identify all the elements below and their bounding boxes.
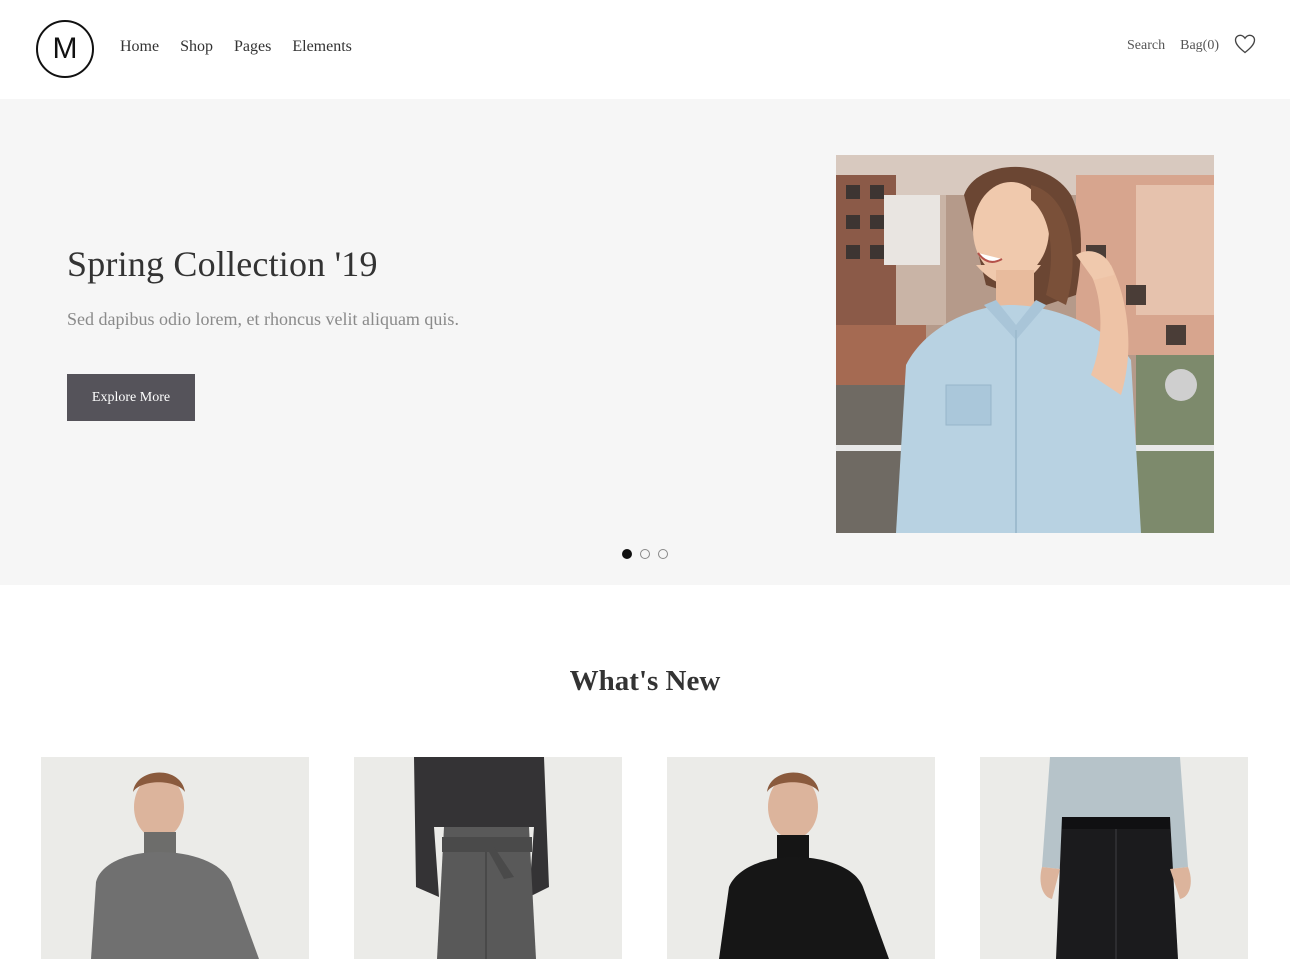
product-card-2[interactable] — [354, 757, 622, 959]
product-image-woman-grey-trousers — [354, 757, 622, 959]
product-image-man-black-turtleneck — [667, 757, 935, 959]
product-card-3[interactable] — [667, 757, 935, 959]
site-header: M Home Shop Pages Elements Search Bag(0) — [0, 0, 1290, 99]
slider-dot-1[interactable] — [622, 549, 632, 559]
hero-title: Spring Collection '19 — [67, 244, 378, 284]
product-image-man-grey-turtleneck — [41, 757, 309, 959]
hero-slider: Spring Collection '19 Sed dapibus odio l… — [0, 99, 1290, 585]
product-grid — [41, 757, 1248, 959]
header-utilities: Search Bag(0) — [1127, 34, 1256, 54]
explore-more-button[interactable]: Explore More — [67, 374, 195, 421]
search-link[interactable]: Search — [1127, 38, 1165, 54]
whats-new-title: What's New — [569, 665, 721, 697]
bag-count: (0) — [1202, 38, 1219, 53]
logo-letter: M — [52, 32, 78, 65]
bag-link[interactable]: Bag(0) — [1180, 38, 1219, 54]
slider-dots — [622, 549, 668, 559]
bag-label: Bag — [1180, 38, 1203, 53]
hero-subtitle: Sed dapibus odio lorem, et rhoncus velit… — [67, 309, 459, 329]
nav-elements[interactable]: Elements — [292, 38, 352, 56]
nav-shop[interactable]: Shop — [180, 38, 213, 56]
product-card-4[interactable] — [980, 757, 1248, 959]
hero-image-woman-smiling — [836, 155, 1214, 533]
product-card-1[interactable] — [41, 757, 309, 959]
nav-home[interactable]: Home — [120, 38, 159, 56]
slider-dot-3[interactable] — [658, 549, 668, 559]
slider-dot-2[interactable] — [640, 549, 650, 559]
product-image-man-black-trousers — [980, 757, 1248, 959]
nav-pages[interactable]: Pages — [234, 38, 271, 56]
heart-icon[interactable] — [1234, 34, 1256, 54]
main-nav: Home Shop Pages Elements — [120, 38, 352, 56]
logo[interactable]: M — [36, 20, 94, 78]
